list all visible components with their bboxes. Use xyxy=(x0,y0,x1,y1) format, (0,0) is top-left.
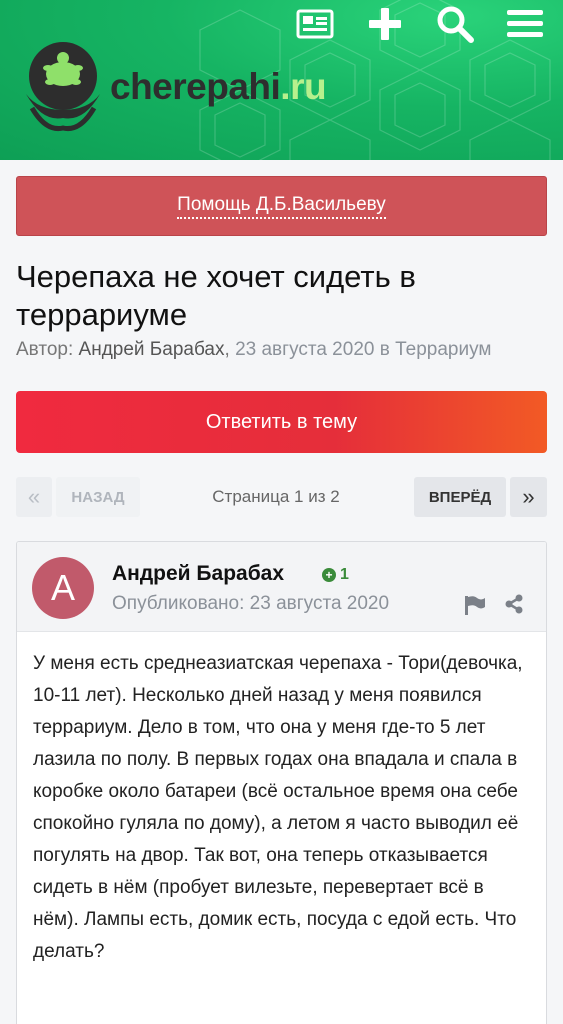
post-published-date: Опубликовано: 23 августа 2020 xyxy=(112,593,390,614)
topic-date: 23 августа 2020 xyxy=(235,339,375,360)
header-actions xyxy=(295,4,545,44)
post-author-link[interactable]: Андрей Барабах xyxy=(112,562,284,586)
help-banner-link[interactable]: Помощь Д.Б.Васильеву xyxy=(177,194,386,219)
last-page-button[interactable]: » xyxy=(510,477,547,517)
logo-text: cherepahi.ru xyxy=(110,66,327,107)
page-title: Черепаха не хочет сидеть в террариуме xyxy=(16,259,416,332)
reply-to-topic-button[interactable]: Ответить в тему xyxy=(16,391,547,453)
pagination: « НАЗАД Страница 1 из 2 ВПЕРЁД » xyxy=(16,477,547,517)
reputation-count: 1 xyxy=(340,566,349,583)
topic-author-link[interactable]: Андрей Барабах xyxy=(79,339,225,360)
first-page-button[interactable]: « xyxy=(16,477,52,517)
turtle-hands-logo-icon xyxy=(26,42,100,132)
search-icon[interactable] xyxy=(435,4,475,44)
post: A Андрей Барабах + 1 Опубликовано: 23 ав… xyxy=(16,541,547,1024)
reputation-badge: + 1 xyxy=(322,566,349,584)
post-header: A Андрей Барабах + 1 Опубликовано: 23 ав… xyxy=(17,542,546,632)
flag-icon[interactable] xyxy=(464,595,486,615)
topic-category-link[interactable]: Террариум xyxy=(395,339,491,360)
next-page-button[interactable]: ВПЕРЁД xyxy=(414,477,506,517)
prev-page-button[interactable]: НАЗАД xyxy=(56,477,140,517)
site-header: cherepahi.ru xyxy=(0,0,563,160)
page-indicator[interactable]: Страница 1 из 2 xyxy=(176,477,376,517)
menu-icon[interactable] xyxy=(505,4,545,44)
topic-byline: Автор: Андрей Барабах, 23 августа 2020 в… xyxy=(16,339,491,361)
post-content: У меня есть среднеазиатская черепаха - Т… xyxy=(33,653,523,962)
byline-comma: , xyxy=(224,339,236,360)
byline-in: в xyxy=(374,339,396,360)
help-banner: Помощь Д.Б.Васильеву xyxy=(16,176,547,236)
plus-icon[interactable] xyxy=(365,4,405,44)
byline-prefix: Автор: xyxy=(16,339,79,360)
plus-circle-icon: + xyxy=(322,568,336,582)
site-logo[interactable]: cherepahi.ru xyxy=(22,38,327,134)
news-icon[interactable] xyxy=(295,4,335,44)
avatar[interactable]: A xyxy=(32,557,94,619)
share-icon[interactable] xyxy=(504,594,524,614)
